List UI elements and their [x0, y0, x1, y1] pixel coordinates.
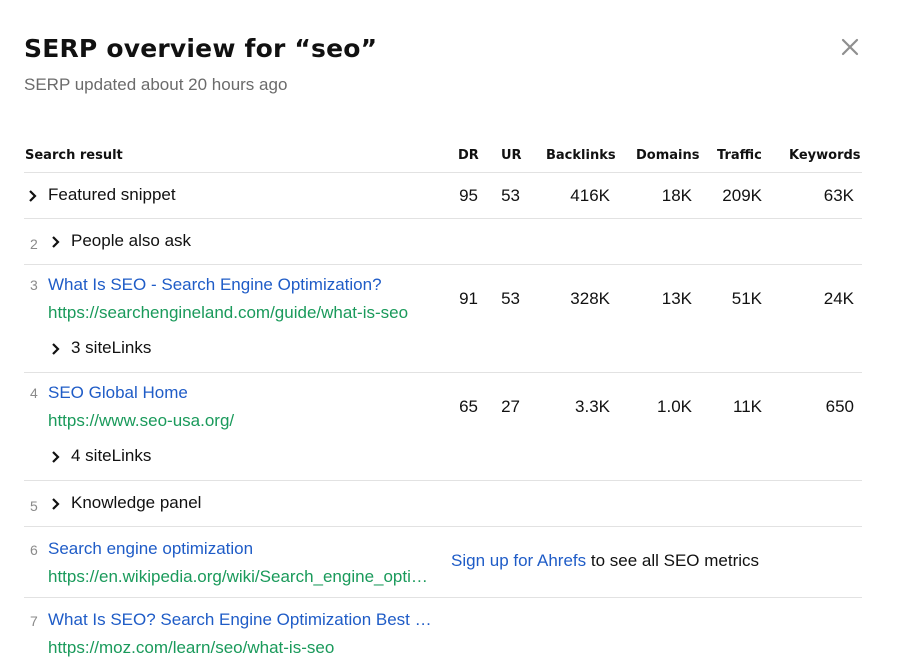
- table-row: Featured snippet 95 53 416K 18K 209K 63K: [24, 173, 862, 219]
- keywords-value: 63K: [823, 186, 854, 205]
- signup-link[interactable]: Sign up for Ahrefs: [451, 551, 586, 570]
- result-title-link[interactable]: Search engine optimization: [48, 539, 253, 559]
- page-title: SERP overview for “seo”: [24, 34, 378, 63]
- table-row: 4 SEO Global Home https://www.seo-usa.or…: [24, 373, 862, 481]
- result-index: 5: [30, 498, 38, 514]
- dr-value: 95: [459, 186, 478, 205]
- result-url[interactable]: https://en.wikipedia.org/wiki/Search_eng…: [48, 567, 434, 587]
- backlinks-value: 328K: [570, 289, 610, 308]
- close-button[interactable]: [837, 34, 863, 60]
- keywords-value: 24K: [823, 289, 854, 308]
- table-row: 3 What Is SEO - Search Engine Optimizati…: [24, 265, 862, 373]
- result-index: 7: [30, 613, 38, 629]
- chevron-right-icon[interactable]: [27, 189, 39, 203]
- result-title-link[interactable]: What Is SEO? Search Engine Optimization …: [48, 610, 434, 630]
- col-domains: Domains: [636, 148, 700, 163]
- table-row: 7 What Is SEO? Search Engine Optimizatio…: [24, 598, 862, 662]
- result-url[interactable]: https://searchengineland.com/guide/what-…: [48, 303, 434, 323]
- result-title-link[interactable]: SEO Global Home: [48, 383, 188, 403]
- backlinks-value: 3.3K: [575, 397, 610, 416]
- col-traffic: Traffic: [717, 148, 762, 163]
- col-search-result: Search result: [25, 148, 123, 163]
- col-ur: UR: [501, 148, 522, 163]
- ur-value: 27: [501, 397, 520, 416]
- keywords-value: 650: [825, 397, 854, 416]
- chevron-right-icon[interactable]: [50, 235, 62, 249]
- close-icon: [841, 38, 859, 56]
- featured-snippet-label[interactable]: Featured snippet: [48, 185, 176, 205]
- chevron-right-icon[interactable]: [50, 497, 62, 511]
- result-index: 4: [30, 385, 38, 401]
- result-index: 3: [30, 277, 38, 293]
- traffic-value: 11K: [733, 397, 762, 416]
- sitelinks-toggle[interactable]: 4 siteLinks: [71, 446, 151, 466]
- result-url[interactable]: https://www.seo-usa.org/: [48, 411, 434, 431]
- dr-value: 65: [459, 397, 478, 416]
- knowledge-panel-label[interactable]: Knowledge panel: [71, 493, 201, 513]
- result-url[interactable]: https://moz.com/learn/seo/what-is-seo: [48, 638, 434, 658]
- domains-value: 18K: [661, 186, 692, 205]
- traffic-value: 209K: [722, 186, 762, 205]
- table-header: Search result DR UR Backlinks Domains Tr…: [24, 140, 862, 173]
- chevron-right-icon[interactable]: [50, 450, 62, 464]
- col-keywords: Keywords: [789, 148, 861, 163]
- backlinks-value: 416K: [570, 186, 610, 205]
- result-index: 6: [30, 542, 38, 558]
- ur-value: 53: [501, 289, 520, 308]
- table-row: 6 Search engine optimization https://en.…: [24, 527, 862, 598]
- col-dr: DR: [458, 148, 479, 163]
- table-row: 5 Knowledge panel: [24, 481, 862, 527]
- dr-value: 91: [459, 289, 478, 308]
- result-title-link[interactable]: What Is SEO - Search Engine Optimization…: [48, 275, 382, 295]
- table-row: 2 People also ask: [24, 219, 862, 265]
- signup-suffix: to see all SEO metrics: [586, 551, 760, 570]
- ur-value: 53: [501, 186, 520, 205]
- domains-value: 1.0K: [657, 397, 692, 416]
- chevron-right-icon[interactable]: [50, 342, 62, 356]
- serp-table: Search result DR UR Backlinks Domains Tr…: [24, 140, 862, 662]
- serp-updated-text: SERP updated about 20 hours ago: [24, 75, 288, 94]
- people-also-ask-label[interactable]: People also ask: [71, 231, 191, 251]
- traffic-value: 51K: [731, 289, 762, 308]
- sitelinks-toggle[interactable]: 3 siteLinks: [71, 338, 151, 358]
- domains-value: 13K: [661, 289, 692, 308]
- result-index: 2: [30, 236, 38, 252]
- signup-message: Sign up for Ahrefs to see all SEO metric…: [451, 551, 759, 571]
- col-backlinks: Backlinks: [546, 148, 616, 163]
